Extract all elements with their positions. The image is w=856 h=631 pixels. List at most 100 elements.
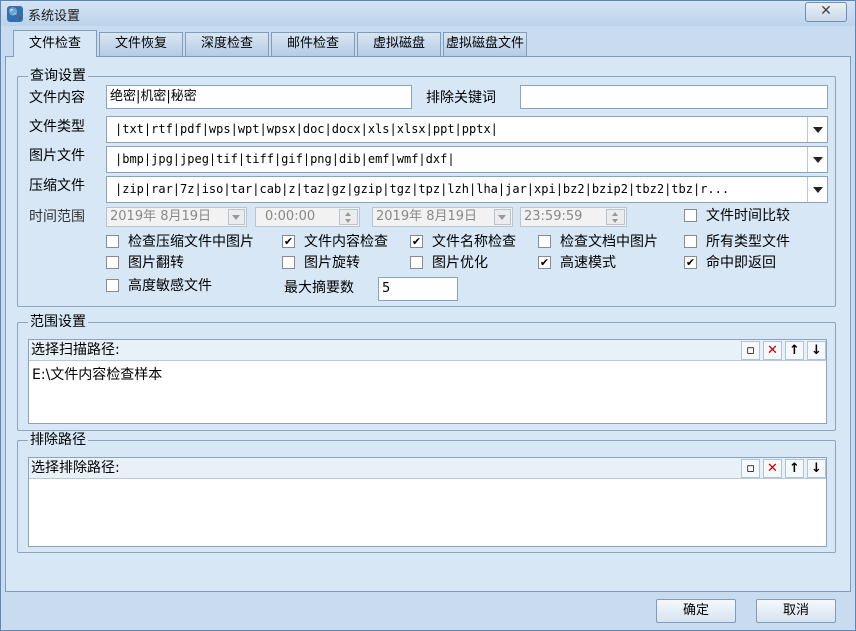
arrow-down-icon[interactable]: ↓ bbox=[807, 459, 826, 478]
query-settings-title: 查询设置 bbox=[28, 68, 88, 85]
start-date-picker[interactable]: 2019年 8月19日 bbox=[106, 207, 247, 227]
high-sensitive-label: 高度敏感文件 bbox=[128, 278, 212, 294]
check-doc-images-checkbox[interactable]: 检查文档中图片 bbox=[538, 233, 658, 251]
checkmark-icon: ✔ bbox=[410, 235, 423, 248]
checkbox-icon bbox=[106, 235, 119, 248]
arrow-up-icon[interactable]: ↑ bbox=[785, 459, 804, 478]
chevron-down-icon[interactable] bbox=[807, 117, 827, 142]
image-rotate-checkbox[interactable]: 图片旋转 bbox=[282, 254, 360, 272]
check-archive-images-label: 检查压缩文件中图片 bbox=[128, 234, 254, 250]
image-type-value: |bmp|jpg|jpeg|tif|tiff|gif|png|dib|emf|w… bbox=[115, 152, 455, 166]
scope-settings-group: 范围设置 选择扫描路径: ▫ ✕ ↑ ↓ E:\文件内容检查样本 bbox=[17, 314, 836, 431]
exclude-path-list[interactable]: 选择排除路径: ▫ ✕ ↑ ↓ bbox=[28, 457, 827, 547]
arrow-up-icon[interactable]: ↑ bbox=[785, 341, 804, 360]
end-date-picker[interactable]: 2019年 8月19日 bbox=[372, 207, 513, 227]
window-title: 系统设置 bbox=[28, 9, 81, 24]
exclude-path-header-label: 选择排除路径: bbox=[31, 460, 120, 476]
return-on-hit-checkbox[interactable]: ✔ 命中即返回 bbox=[684, 254, 776, 272]
content-keywords-input[interactable]: 绝密|机密|秘密 bbox=[106, 85, 412, 109]
image-rotate-label: 图片旋转 bbox=[304, 255, 360, 271]
archive-type-value: |zip|rar|7z|iso|tar|cab|z|taz|gz|gzip|tg… bbox=[115, 182, 730, 196]
checkbox-icon bbox=[684, 209, 697, 222]
name-check-label: 文件名称检查 bbox=[432, 234, 516, 250]
max-summary-input[interactable]: 5 bbox=[378, 277, 458, 301]
checkbox-icon bbox=[282, 256, 295, 269]
content-check-checkbox[interactable]: ✔ 文件内容检查 bbox=[282, 233, 388, 251]
cancel-button[interactable]: 取消 bbox=[756, 599, 836, 623]
exclude-keywords-label: 排除关键词 bbox=[426, 90, 496, 106]
search-icon: 🔍 bbox=[7, 6, 23, 22]
time-compare-label: 文件时间比较 bbox=[706, 208, 790, 224]
checkbox-icon bbox=[684, 235, 697, 248]
scan-path-header-label: 选择扫描路径: bbox=[31, 342, 120, 358]
exclude-keywords-input[interactable] bbox=[520, 85, 828, 109]
filetype-label: 文件类型 bbox=[29, 119, 85, 135]
checkmark-icon: ✔ bbox=[684, 256, 697, 269]
exclude-path-group: 排除路径 选择排除路径: ▫ ✕ ↑ ↓ bbox=[17, 432, 836, 553]
image-optimize-label: 图片优化 bbox=[432, 255, 488, 271]
tab-virtual-disk[interactable]: 虚拟磁盘 bbox=[357, 32, 441, 56]
spinner-icon[interactable] bbox=[339, 209, 358, 225]
ok-button[interactable]: 确定 bbox=[656, 599, 736, 623]
new-folder-icon[interactable]: ▫ bbox=[741, 341, 760, 360]
delete-icon[interactable]: ✕ bbox=[763, 341, 782, 360]
tab-deep-check[interactable]: 深度检查 bbox=[185, 32, 269, 56]
tab-file-recovery[interactable]: 文件恢复 bbox=[99, 32, 183, 56]
filetype-combo[interactable]: |txt|rtf|pdf|wps|wpt|wpsx|doc|docx|xls|x… bbox=[106, 116, 828, 143]
title-bar: 🔍 系统设置 ✕ bbox=[1, 1, 855, 26]
exclude-path-title: 排除路径 bbox=[28, 432, 88, 449]
delete-icon[interactable]: ✕ bbox=[763, 459, 782, 478]
checkbox-icon bbox=[106, 256, 119, 269]
tab-panel: 查询设置 文件内容 绝密|机密|秘密 排除关键词 文件类型 |txt|rtf|p… bbox=[5, 56, 851, 592]
archive-label: 压缩文件 bbox=[29, 178, 85, 194]
start-time-value: 0:00:00 bbox=[265, 209, 316, 224]
image-flip-checkbox[interactable]: 图片翻转 bbox=[106, 254, 184, 272]
scan-path-list[interactable]: 选择扫描路径: ▫ ✕ ↑ ↓ E:\文件内容检查样本 bbox=[28, 339, 827, 424]
start-time-picker[interactable]: 0:00:00 bbox=[255, 207, 360, 227]
high-speed-checkbox[interactable]: ✔ 高速模式 bbox=[538, 254, 616, 272]
check-archive-images-checkbox[interactable]: 检查压缩文件中图片 bbox=[106, 233, 254, 251]
chevron-down-icon[interactable] bbox=[494, 209, 511, 225]
checkbox-icon bbox=[106, 279, 119, 292]
high-sensitive-checkbox[interactable]: 高度敏感文件 bbox=[106, 277, 212, 295]
filetype-value: |txt|rtf|pdf|wps|wpt|wpsx|doc|docx|xls|x… bbox=[115, 122, 498, 136]
scan-path-header: 选择扫描路径: ▫ ✕ ↑ ↓ bbox=[29, 340, 826, 361]
checkbox-icon bbox=[410, 256, 423, 269]
tab-mail-check[interactable]: 邮件检查 bbox=[271, 32, 355, 56]
chevron-down-icon[interactable] bbox=[807, 147, 827, 172]
checkmark-icon: ✔ bbox=[282, 235, 295, 248]
close-button[interactable]: ✕ bbox=[805, 2, 847, 22]
scope-settings-title: 范围设置 bbox=[28, 314, 88, 331]
time-range-label: 时间范围 bbox=[29, 209, 85, 225]
content-label: 文件内容 bbox=[29, 90, 85, 106]
high-speed-label: 高速模式 bbox=[560, 255, 616, 271]
image-type-combo[interactable]: |bmp|jpg|jpeg|tif|tiff|gif|png|dib|emf|w… bbox=[106, 146, 828, 173]
arrow-down-icon[interactable]: ↓ bbox=[807, 341, 826, 360]
end-date-value: 2019年 8月19日 bbox=[376, 209, 478, 224]
image-optimize-checkbox[interactable]: 图片优化 bbox=[410, 254, 488, 272]
image-label: 图片文件 bbox=[29, 148, 85, 164]
start-date-value: 2019年 8月19日 bbox=[110, 209, 212, 224]
end-time-picker[interactable]: 23:59:59 bbox=[520, 207, 627, 227]
tab-virtual-disk-file[interactable]: 虚拟磁盘文件 bbox=[443, 32, 527, 56]
chevron-down-icon[interactable] bbox=[807, 177, 827, 202]
exclude-path-header: 选择排除路径: ▫ ✕ ↑ ↓ bbox=[29, 458, 826, 479]
archive-type-combo[interactable]: |zip|rar|7z|iso|tar|cab|z|taz|gz|gzip|tg… bbox=[106, 176, 828, 203]
all-types-label: 所有类型文件 bbox=[706, 234, 790, 250]
settings-window: 🔍 系统设置 ✕ 文件检查 文件恢复 深度检查 邮件检查 虚拟磁盘 虚拟磁盘文件… bbox=[0, 0, 856, 631]
chevron-down-icon[interactable] bbox=[228, 209, 245, 225]
name-check-checkbox[interactable]: ✔ 文件名称检查 bbox=[410, 233, 516, 251]
all-types-checkbox[interactable]: 所有类型文件 bbox=[684, 233, 790, 251]
max-summary-label: 最大摘要数 bbox=[284, 280, 354, 296]
spinner-icon[interactable] bbox=[606, 209, 625, 225]
query-settings-group: 查询设置 文件内容 绝密|机密|秘密 排除关键词 文件类型 |txt|rtf|p… bbox=[17, 68, 836, 307]
checkbox-icon bbox=[538, 235, 551, 248]
tab-file-check[interactable]: 文件检查 bbox=[13, 30, 97, 57]
image-flip-label: 图片翻转 bbox=[128, 255, 184, 271]
check-doc-images-label: 检查文档中图片 bbox=[560, 234, 658, 250]
return-on-hit-label: 命中即返回 bbox=[706, 255, 776, 271]
new-folder-icon[interactable]: ▫ bbox=[741, 459, 760, 478]
list-item[interactable]: E:\文件内容检查样本 bbox=[32, 366, 162, 384]
time-compare-checkbox[interactable]: 文件时间比较 bbox=[684, 207, 790, 225]
content-check-label: 文件内容检查 bbox=[304, 234, 388, 250]
